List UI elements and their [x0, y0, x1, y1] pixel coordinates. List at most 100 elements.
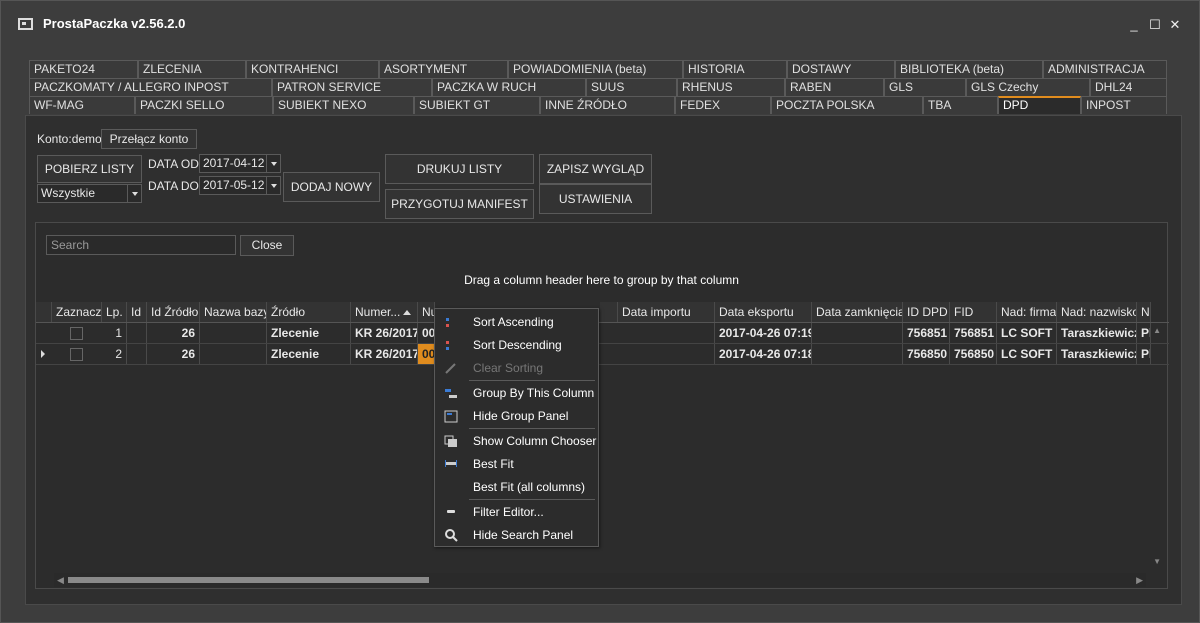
menu-item-label: Clear Sorting — [473, 361, 544, 375]
scroll-down-icon[interactable]: ▼ — [1153, 557, 1161, 566]
menu-item-best-fit-all[interactable]: Best Fit (all columns) — [435, 476, 598, 499]
header-nad-nazwisko[interactable]: Nad: nazwisko — [1057, 302, 1137, 322]
header-fid[interactable]: FID — [950, 302, 997, 322]
header-data-zamkniecia[interactable]: Data zamknięcia — [812, 302, 903, 322]
tab-raben[interactable]: RABEN — [785, 78, 884, 96]
tab-subiekt-nexo[interactable]: SUBIEKT NEXO — [273, 96, 414, 114]
header-indicator — [36, 302, 52, 322]
cell-id-zrodlo: 26 — [147, 344, 200, 364]
current-row-icon — [41, 350, 45, 358]
menu-item-group-by-column[interactable]: Group By This Column — [435, 382, 598, 405]
header-id-dpd[interactable]: ID DPD — [903, 302, 950, 322]
prepare-manifest-button[interactable]: PRZYGOTUJ MANIFEST — [385, 189, 534, 219]
maximize-button[interactable]: ☐ — [1147, 17, 1163, 33]
header-id[interactable]: Id — [127, 302, 147, 322]
scroll-right-icon[interactable]: ▶ — [1136, 575, 1143, 586]
tab-suus[interactable]: SUUS — [586, 78, 677, 96]
tab-subiekt-gt[interactable]: SUBIEKT GT — [414, 96, 540, 114]
tab-inne-zrodlo[interactable]: INNE ŹRÓDŁO — [540, 96, 675, 114]
app-icon — [18, 18, 33, 30]
header-data-eksportu[interactable]: Data eksportu — [715, 302, 812, 322]
close-button[interactable]: ✕ — [1167, 17, 1183, 33]
cell-nad-firma: LC SOFT — [997, 323, 1057, 343]
menu-item-hide-group-panel[interactable]: Hide Group Panel — [435, 405, 598, 428]
menu-item-sort-descending[interactable]: Sort Descending — [435, 334, 598, 357]
tab-zlecenia[interactable]: ZLECENIA — [138, 60, 246, 78]
tab-inpost[interactable]: INPOST — [1081, 96, 1167, 114]
cell-id-dpd: 756850 — [903, 344, 950, 364]
tab-rhenus[interactable]: RHENUS — [677, 78, 785, 96]
minimize-button[interactable]: _ — [1126, 17, 1142, 33]
header-id-zrodlo[interactable]: Id Źródło — [147, 302, 200, 322]
chevron-down-icon[interactable] — [127, 185, 141, 202]
tab-dhl24[interactable]: DHL24 — [1090, 78, 1167, 96]
cell-nazwa-bazy — [200, 323, 267, 343]
tab-patron-service[interactable]: PATRON SERVICE — [272, 78, 432, 96]
table-row[interactable]: 1 26 Zlecenie KR 26/2017 00 2017-04-26 0… — [36, 323, 1169, 344]
scrollbar-thumb[interactable] — [68, 577, 429, 583]
tab-tba[interactable]: TBA — [923, 96, 998, 114]
menu-item-hide-search-panel[interactable]: Hide Search Panel — [435, 524, 598, 547]
tab-powiadomienia[interactable]: POWIADOMIENIA (beta) — [508, 60, 683, 78]
menu-item-show-column-chooser[interactable]: Show Column Chooser — [435, 430, 598, 453]
filter-select[interactable]: Wszystkie — [37, 184, 142, 203]
row-checkbox[interactable] — [70, 327, 83, 340]
date-from-picker[interactable]: 2017-04-12 — [199, 154, 281, 173]
tab-paczki-sello[interactable]: PACZKI SELLO — [135, 96, 273, 114]
window-title: ProstaPaczka v2.56.2.0 — [43, 16, 186, 31]
tab-gls[interactable]: GLS — [884, 78, 966, 96]
tab-historia[interactable]: HISTORIA — [683, 60, 787, 78]
add-new-button[interactable]: DODAJ NOWY — [283, 172, 380, 202]
tab-fedex[interactable]: FEDEX — [675, 96, 771, 114]
header-hidden[interactable] — [600, 302, 618, 322]
row-checkbox[interactable] — [70, 348, 83, 361]
save-layout-button[interactable]: ZAPISZ WYGLĄD — [539, 154, 652, 184]
tab-gls-czechy[interactable]: GLS Czechy — [966, 78, 1090, 96]
close-search-button[interactable]: Close — [240, 235, 294, 256]
header-numer[interactable]: Numer... — [351, 302, 418, 322]
menu-item-label: Best Fit — [473, 457, 514, 471]
tab-poczta-polska[interactable]: POCZTA POLSKA — [771, 96, 923, 114]
settings-button[interactable]: USTAWIENIA — [539, 184, 652, 214]
search-input[interactable]: Search — [46, 235, 236, 255]
scroll-left-icon[interactable]: ◀ — [57, 575, 64, 586]
header-nad-firma[interactable]: Nad: firma — [997, 302, 1057, 322]
chevron-down-icon[interactable] — [266, 177, 280, 194]
table-row[interactable]: 2 26 Zlecenie KR 26/2017 00 2017-04-26 0… — [36, 344, 1169, 365]
group-by-icon — [445, 389, 457, 398]
menu-item-filter-editor[interactable]: Filter Editor... — [435, 501, 598, 524]
tab-wf-mag[interactable]: WF-MAG — [29, 96, 135, 114]
header-lp[interactable]: Lp. — [102, 302, 127, 322]
tab-paczkomaty[interactable]: PACZKOMATY / ALLEGRO INPOST — [29, 78, 272, 96]
tab-dpd[interactable]: DPD — [998, 96, 1081, 114]
tab-dostawy[interactable]: DOSTAWY — [787, 60, 895, 78]
get-lists-button[interactable]: POBIERZ LISTY — [37, 155, 142, 183]
header-next[interactable]: N — [1137, 302, 1151, 322]
menu-item-clear-sorting[interactable]: Clear Sorting — [435, 357, 598, 380]
cell-zrodlo: Zlecenie — [267, 323, 351, 343]
tab-biblioteka[interactable]: BIBLIOTEKA (beta) — [895, 60, 1043, 78]
header-nazwa-bazy[interactable]: Nazwa bazy — [200, 302, 267, 322]
print-lists-button[interactable]: DRUKUJ LISTY — [385, 154, 534, 184]
tab-administracja[interactable]: ADMINISTRACJA — [1043, 60, 1167, 78]
horizontal-scrollbar[interactable]: ◀ ▶ — [54, 573, 1146, 587]
header-data-importu[interactable]: Data importu — [618, 302, 715, 322]
date-to-picker[interactable]: 2017-05-12 — [199, 176, 281, 195]
menu-item-sort-ascending[interactable]: Sort Ascending — [435, 311, 598, 334]
cell-data-importu — [618, 323, 715, 343]
tab-paczka-w-ruch[interactable]: PACZKA W RUCH — [432, 78, 586, 96]
switch-account-button[interactable]: Przełącz konto — [101, 129, 197, 149]
tab-paketo24[interactable]: PAKETO24 — [29, 60, 138, 78]
tab-kontrahenci[interactable]: KONTRAHENCI — [246, 60, 379, 78]
header-zrodlo[interactable]: Źródło — [267, 302, 351, 322]
data-grid: Search Close Drag a column header here t… — [35, 222, 1169, 589]
tab-asortyment[interactable]: ASORTYMENT — [379, 60, 508, 78]
scroll-up-icon[interactable]: ▲ — [1153, 326, 1161, 335]
menu-item-best-fit[interactable]: Best Fit — [435, 453, 598, 476]
menu-item-label: Hide Group Panel — [473, 409, 569, 423]
header-nu[interactable]: Nu... — [418, 302, 435, 322]
chevron-down-icon[interactable] — [266, 155, 280, 172]
filter-icon — [447, 510, 455, 513]
menu-separator — [469, 380, 595, 381]
header-zaznacz[interactable]: Zaznacz — [52, 302, 102, 322]
